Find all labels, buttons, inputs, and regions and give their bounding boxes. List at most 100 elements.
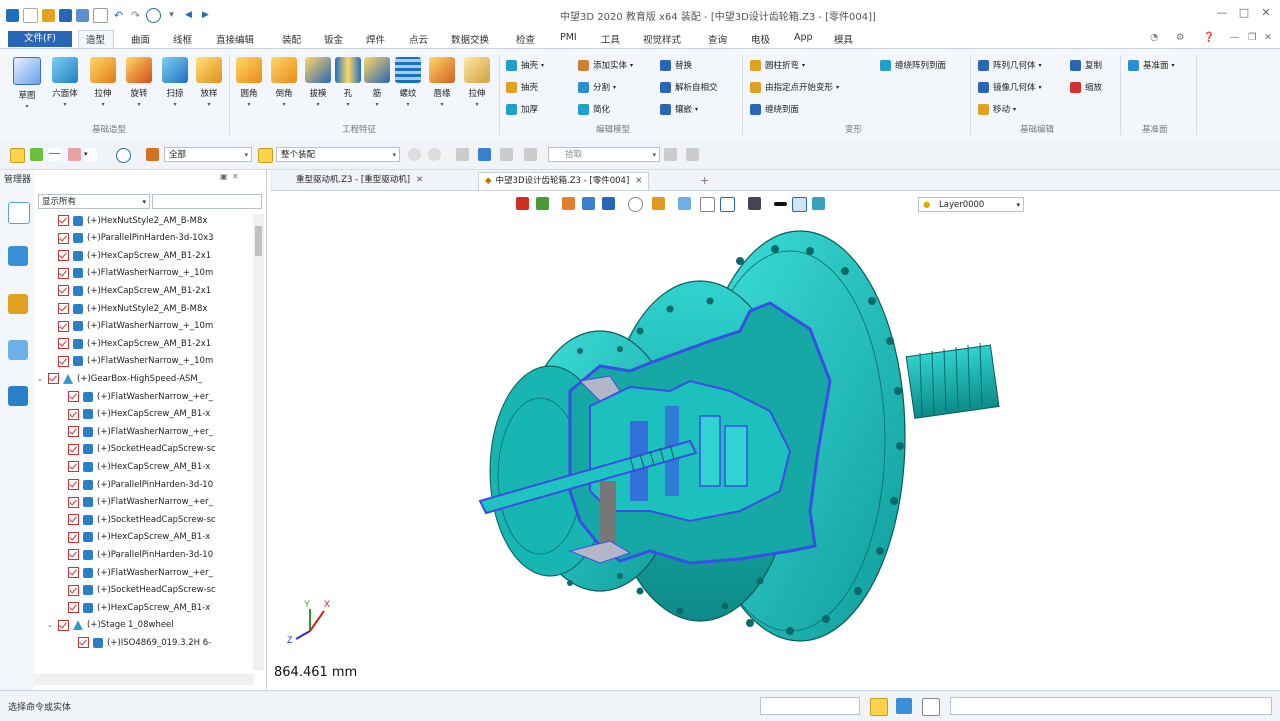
visibility-checkbox[interactable] xyxy=(68,584,79,596)
display-filter-combo[interactable]: 显示所有 ▾ xyxy=(38,194,150,209)
visibility-checkbox[interactable] xyxy=(58,320,69,332)
tab-mold[interactable]: 模具 xyxy=(834,32,853,46)
tree-row[interactable]: (+)SocketHeadCapScrew-sc xyxy=(34,582,216,599)
visibility-checkbox[interactable] xyxy=(68,426,79,438)
tree-row[interactable]: (+)FlatWasherNarrow_+er_ xyxy=(34,494,213,511)
visibility-checkbox[interactable] xyxy=(68,479,79,490)
step-back-icon[interactable] xyxy=(456,148,469,161)
tab-tools[interactable]: 工具 xyxy=(601,32,620,46)
tree-row[interactable]: (+)HexCapScrew_AM_B1-x xyxy=(34,458,210,475)
loft-button[interactable]: 放样 ▾ xyxy=(194,55,224,115)
visibility-checkbox[interactable] xyxy=(68,496,79,508)
emboss-button[interactable]: 拉伸 ▾ xyxy=(462,55,492,115)
close-icon[interactable]: ✕ xyxy=(635,176,642,186)
tree-row[interactable]: (+)FlatWasherNarrow_+er_ xyxy=(34,564,213,581)
visibility-checkbox[interactable] xyxy=(48,373,59,385)
save-all-icon[interactable] xyxy=(76,8,89,22)
visibility-checkbox[interactable] xyxy=(68,602,79,614)
chevron-down-icon[interactable]: ▾ xyxy=(84,148,97,161)
tree-row[interactable]: (+)HexCapScrew_AM_B1-x xyxy=(34,529,210,546)
visibility-checkbox[interactable] xyxy=(58,232,69,244)
tree-row[interactable]: (+)HexNutStyle2_AM_B-M8x xyxy=(34,300,207,317)
assembly-manager-icon[interactable] xyxy=(8,246,28,266)
doc-minimize-button[interactable]: — xyxy=(1230,32,1240,43)
visibility-checkbox[interactable] xyxy=(78,637,89,649)
wrap-to-face-button[interactable]: 缠绕到面 xyxy=(750,101,799,117)
visibility-checkbox[interactable] xyxy=(58,338,69,350)
display-filter-icon[interactable] xyxy=(68,148,81,161)
select-mode-icon[interactable] xyxy=(10,148,25,163)
mirror-geometry-button[interactable]: 镜像几何体 ▾ xyxy=(978,79,1042,95)
hollow-button[interactable]: 抽壳 xyxy=(506,79,538,95)
tree-search-input[interactable] xyxy=(152,194,262,209)
settings-icon[interactable] xyxy=(686,148,699,161)
hole-button[interactable]: 孔 ▾ xyxy=(333,55,363,115)
copy-button[interactable]: 复制 xyxy=(1070,57,1102,73)
thread-button[interactable]: 螺纹 ▾ xyxy=(393,55,423,115)
tree-row[interactable]: (+)ParallelPinHarden-3d-10 xyxy=(34,546,213,563)
tab-sheetmetal[interactable]: 钣金 xyxy=(324,32,343,46)
visibility-checkbox[interactable] xyxy=(68,549,79,561)
add-entity-button[interactable]: 添加实体 ▾ xyxy=(578,57,633,73)
thicken-button[interactable]: 加厚 xyxy=(506,101,538,117)
rib-button[interactable]: 筋 ▾ xyxy=(362,55,392,115)
help-icon[interactable]: ❓ xyxy=(1203,32,1215,43)
visibility-checkbox[interactable] xyxy=(68,461,79,473)
new-tab-button[interactable]: + xyxy=(694,172,715,189)
play-icon[interactable] xyxy=(524,148,537,161)
doc-tab-reducer[interactable]: 重型驱动机.Z3 - [重型驱动机] ✕ xyxy=(290,172,429,189)
visibility-checkbox[interactable] xyxy=(68,408,79,420)
expand-toggle-icon[interactable]: ⌄ xyxy=(47,621,55,629)
rebuild-icon[interactable] xyxy=(146,7,161,23)
tree-row[interactable]: (+)FlatWasherNarrow_+_10m xyxy=(34,265,213,282)
close-icon[interactable]: ✕ xyxy=(416,175,423,185)
tree-row[interactable]: (+)FlatWasherNarrow_+_10m xyxy=(34,353,213,370)
ribbon-pin-icon[interactable]: ◔ xyxy=(1150,32,1158,43)
history-manager-icon[interactable] xyxy=(8,202,30,224)
revolve-button[interactable]: 旋转 ▾ xyxy=(124,55,154,115)
ribbon-settings-icon[interactable]: ⚙ xyxy=(1176,32,1185,43)
scale-button[interactable]: 缩放 xyxy=(1070,79,1102,95)
draft-button[interactable]: 拔模 ▾ xyxy=(303,55,333,115)
shell-button[interactable]: 抽壳 ▾ xyxy=(506,57,544,73)
panel-pin-icon[interactable]: ▣ xyxy=(220,172,228,181)
tab-pmi[interactable]: PMI xyxy=(560,32,577,43)
pattern-geometry-button[interactable]: 阵列几何体 ▾ xyxy=(978,57,1042,73)
tab-data-exchange[interactable]: 数据交换 xyxy=(451,32,489,46)
scope-combo[interactable]: 整个装配 ▾ xyxy=(276,147,400,162)
undo-icon[interactable]: ↶ xyxy=(112,8,125,22)
visibility-checkbox[interactable] xyxy=(58,355,69,367)
tab-visual-style[interactable]: 视觉样式 xyxy=(643,32,681,46)
open-file-icon[interactable] xyxy=(42,8,55,22)
doc-tab-gearbox[interactable]: ◆ 中望3D设计齿轮箱.Z3 - [零件004] ✕ xyxy=(478,172,650,190)
tree-row[interactable]: (+)HexCapScrew_AM_B1-2x1 xyxy=(34,335,211,352)
filter-combo[interactable]: 全部 ▾ xyxy=(164,147,252,162)
datum-plane-button[interactable]: 基准面 ▾ xyxy=(1128,57,1175,73)
tree-row[interactable]: (+)HexCapScrew_AM_B1-2x1 xyxy=(34,247,211,264)
status-field[interactable] xyxy=(760,697,860,715)
tree-row[interactable]: (+)SocketHeadCapScrew-sc xyxy=(34,511,216,528)
view-manager-icon[interactable] xyxy=(8,294,28,314)
visibility-checkbox[interactable] xyxy=(58,250,69,262)
tree-vertical-scrollbar[interactable] xyxy=(253,214,264,670)
fillet-button[interactable]: 圆角 ▾ xyxy=(234,55,264,115)
tree-row[interactable]: (+)ParallelPinHarden-3d-10 xyxy=(34,476,213,493)
tree-row[interactable]: (+)HexNutStyle2_AM_B-M8x xyxy=(34,212,207,229)
tab-assembly[interactable]: 装配 xyxy=(282,32,301,46)
visibility-checkbox[interactable] xyxy=(58,215,69,226)
pick-hint-combo[interactable]: 拾取 ▾ xyxy=(548,147,660,162)
visibility-checkbox[interactable] xyxy=(68,567,79,578)
role-manager-icon[interactable] xyxy=(8,386,28,406)
point-deform-button[interactable]: 由指定点开始变形 ▾ xyxy=(750,79,839,95)
snap-icon[interactable] xyxy=(870,698,888,716)
sketch-button[interactable]: 草图 ▾ xyxy=(12,55,42,115)
chamfer-button[interactable]: 倒角 ▾ xyxy=(269,55,299,115)
doc-close-button[interactable]: ✕ xyxy=(1264,32,1272,43)
file-menu-button[interactable]: 文件(F) xyxy=(8,31,72,47)
move-button[interactable]: 移动 ▾ xyxy=(978,101,1016,117)
doc-restore-button[interactable]: ❐ xyxy=(1248,32,1257,43)
lip-button[interactable]: 唇缘 ▾ xyxy=(427,55,457,115)
split-button[interactable]: 分割 ▾ xyxy=(578,79,616,95)
tab-pointcloud[interactable]: 点云 xyxy=(409,32,428,46)
inlay-button[interactable]: 镶嵌 ▾ xyxy=(660,101,698,117)
